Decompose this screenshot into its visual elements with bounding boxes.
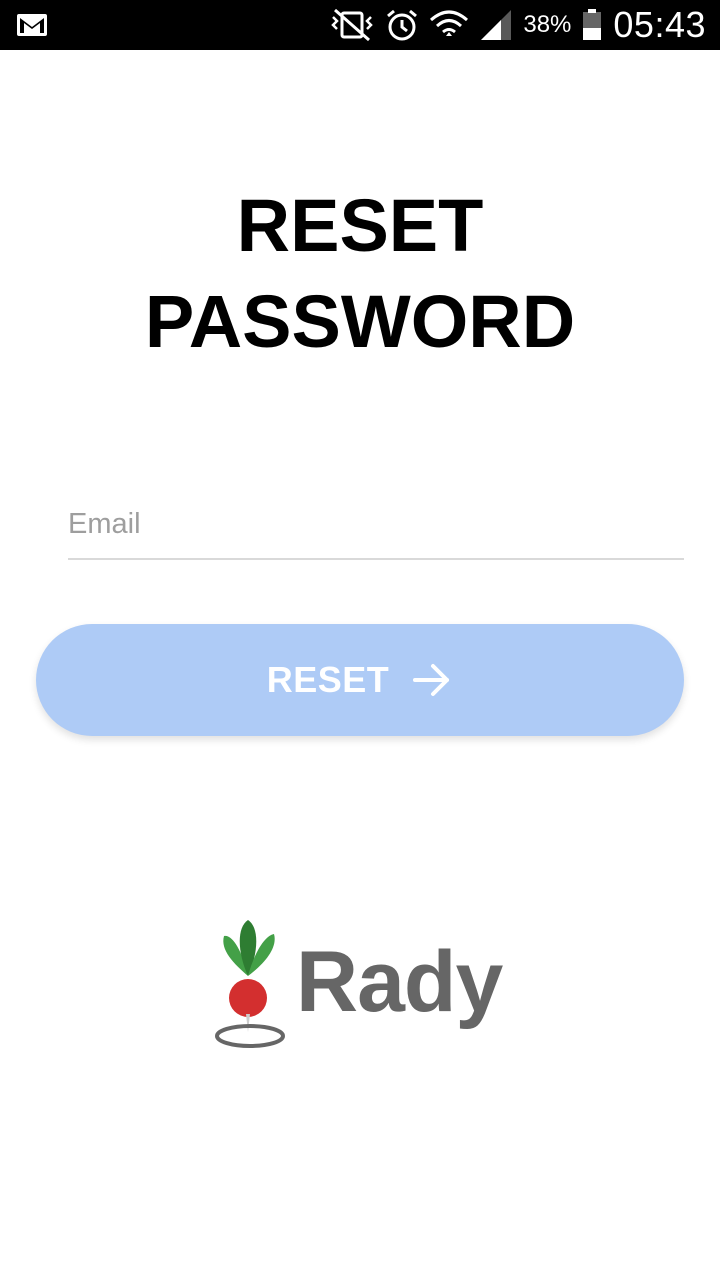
page-title-line2: PASSWORD bbox=[144, 280, 576, 363]
gmail-icon bbox=[17, 14, 47, 36]
clock: 05:43 bbox=[613, 4, 706, 45]
logo-text: Rady bbox=[296, 934, 503, 1030]
page-title-line1: RESET bbox=[236, 184, 484, 267]
mute-vibrate-icon bbox=[331, 8, 374, 42]
rady-logo: Rady bbox=[212, 914, 512, 1054]
reset-button-label: RESET bbox=[266, 659, 390, 700]
arrow-right-icon bbox=[413, 664, 450, 696]
email-field[interactable] bbox=[68, 496, 684, 560]
status-bar: 38% 05:43 bbox=[0, 0, 720, 50]
battery-percent: 38% bbox=[523, 11, 572, 38]
wifi-icon bbox=[430, 10, 469, 36]
radish-icon bbox=[215, 920, 285, 1048]
battery-icon bbox=[583, 9, 602, 40]
signal-icon bbox=[481, 10, 512, 40]
reset-button[interactable]: RESET bbox=[36, 624, 684, 736]
status-icons: 38% 05:43 bbox=[329, 0, 706, 50]
page-title: RESET PASSWORD bbox=[0, 178, 720, 370]
alarm-icon bbox=[387, 9, 418, 41]
